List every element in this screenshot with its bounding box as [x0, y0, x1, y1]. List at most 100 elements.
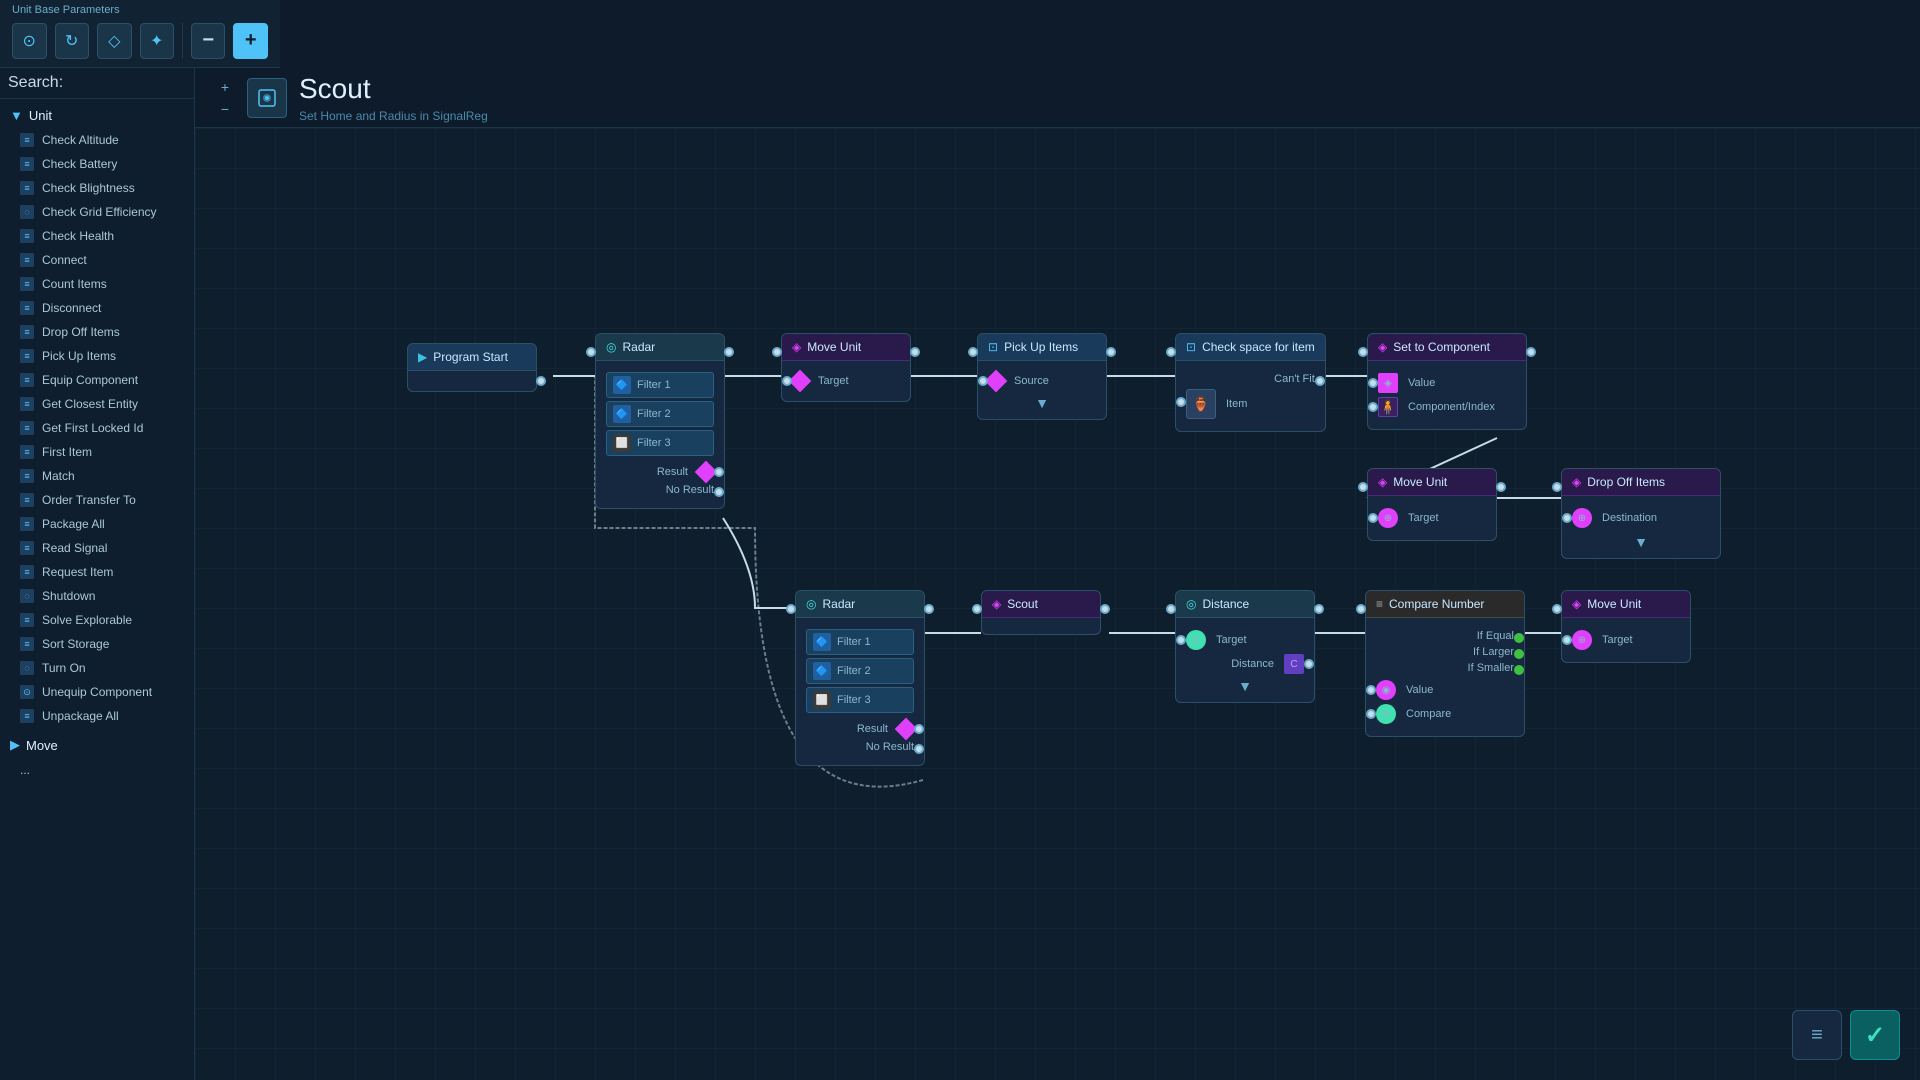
radar1-filter3[interactable]: ⬜ Filter 3 — [606, 430, 714, 456]
sidebar-item-solve-explorable[interactable]: ≡ Solve Explorable — [0, 608, 194, 632]
node-set-to-component[interactable]: ◈ Set to Component ◈ Value 🧍 Component/I… — [1367, 333, 1527, 430]
sidebar-item-check-health[interactable]: ≡ Check Health — [0, 224, 194, 248]
minus-button[interactable]: − — [191, 23, 226, 59]
confirm-button[interactable]: ✓ — [1850, 1010, 1900, 1060]
node-drop-off-items[interactable]: ◈ Drop Off Items ⊕ Destination ▼ — [1561, 468, 1721, 559]
radar2-result-label: Result — [857, 723, 888, 735]
node-radar1[interactable]: ◎ Radar 🔷 Filter 1 🔷 Filter 2 ⬜ Filter 3… — [595, 333, 725, 509]
sidebar-item-shutdown[interactable]: ◌ Shutdown — [0, 584, 194, 608]
first-item-icon: ≡ — [20, 445, 34, 459]
sidebar-item-package-all[interactable]: ≡ Package All — [0, 512, 194, 536]
sidebar-item-check-altitude[interactable]: ≡ Check Altitude — [0, 128, 194, 152]
sidebar-item-order-transfer-to[interactable]: ≡ Order Transfer To — [0, 488, 194, 512]
sidebar-item-count-items[interactable]: ≡ Count Items — [0, 272, 194, 296]
radar1-filter1[interactable]: 🔷 Filter 1 — [606, 372, 714, 398]
radar2-filter1[interactable]: 🔷 Filter 1 — [806, 629, 914, 655]
toolbar-btn-2[interactable]: ↻ — [55, 23, 90, 59]
plus-button[interactable]: + — [233, 23, 268, 59]
node-move-unit2[interactable]: ◈ Move Unit ⊕ Target — [1367, 468, 1497, 541]
radar2-filter2[interactable]: 🔷 Filter 2 — [806, 658, 914, 684]
radar1-noresult-label: No Result — [666, 484, 714, 496]
radar1-filter2[interactable]: 🔷 Filter 2 — [606, 401, 714, 427]
if-larger-port — [1514, 649, 1524, 659]
if-equal-port — [1514, 633, 1524, 643]
dropoff-input-port — [1552, 482, 1562, 492]
sidebar-item-turn-on[interactable]: ◌ Turn On — [0, 656, 194, 680]
distance-target-icon: ⊕ — [1186, 630, 1206, 650]
radar2-noresult-row: No Result — [806, 741, 914, 753]
toolbar-btn-1[interactable]: ⊙ — [12, 23, 47, 59]
node-move-unit1[interactable]: ◈ Move Unit Target — [781, 333, 911, 402]
check-health-icon: ≡ — [20, 229, 34, 243]
radar2-output-port — [924, 604, 934, 614]
cant-fit-row: Can't Fit — [1186, 373, 1315, 385]
header-title: Scout — [299, 73, 488, 105]
compare2-row: ⊕ Compare — [1376, 704, 1514, 724]
move-unit3-header: ◈ Move Unit — [1562, 591, 1690, 618]
distance-icon: ◎ — [1186, 597, 1196, 611]
node-pick-up-items[interactable]: ⊡ Pick Up Items Source ▼ — [977, 333, 1107, 420]
move-unit1-label: Move Unit — [807, 340, 861, 354]
node-radar2[interactable]: ◎ Radar 🔷 Filter 1 🔷 Filter 2 ⬜ Filter 3… — [795, 590, 925, 766]
distance-header: ◎ Distance — [1176, 591, 1314, 618]
if-smaller-row: If Smaller — [1376, 662, 1514, 674]
node-move-unit3[interactable]: ◈ Move Unit ⊕ Target — [1561, 590, 1691, 663]
move-unit1-header: ◈ Move Unit — [782, 334, 910, 361]
toolbar-btn-3[interactable]: ◇ — [97, 23, 132, 59]
equip-icon: ≡ — [20, 373, 34, 387]
drop-off-header: ◈ Drop Off Items — [1562, 469, 1720, 496]
sidebar: Search: ▼ Unit ≡ Check Altitude ≡ Check … — [0, 68, 195, 1080]
node-check-space[interactable]: ⊡ Check space for item Can't Fit 🏺 Item — [1175, 333, 1326, 432]
sidebar-item-check-battery[interactable]: ≡ Check Battery — [0, 152, 194, 176]
node-scout[interactable]: ◈ Scout — [981, 590, 1101, 635]
zoom-in-button[interactable]: + — [215, 77, 235, 97]
pick-up-icon: ≡ — [20, 349, 34, 363]
sidebar-item-check-grid-efficiency[interactable]: ◌ Check Grid Efficiency — [0, 200, 194, 224]
move-unit3-body: ⊕ Target — [1562, 618, 1690, 662]
sidebar-item-read-signal[interactable]: ≡ Read Signal — [0, 536, 194, 560]
radar2-filter3[interactable]: ⬜ Filter 3 — [806, 687, 914, 713]
sidebar-item-connect[interactable]: ≡ Connect — [0, 248, 194, 272]
sidebar-item-disconnect[interactable]: ≡ Disconnect — [0, 296, 194, 320]
zoom-out-button[interactable]: − — [215, 99, 235, 119]
sidebar-item-unequip-component[interactable]: ⊙ Unequip Component — [0, 680, 194, 704]
sidebar-group-move[interactable]: ▶ Move — [0, 732, 194, 758]
canvas[interactable]: ▶ Program Start ◎ Radar 🔷 Filter 1 🔷 Fil… — [195, 128, 1920, 1080]
item-row: 🏺 Item — [1186, 389, 1315, 419]
destination-row: ⊕ Destination — [1572, 508, 1710, 528]
node-distance[interactable]: ◎ Distance ⊕ Target Distance C ▼ — [1175, 590, 1315, 703]
search-input[interactable] — [69, 76, 195, 90]
sidebar-item-equip-component[interactable]: ≡ Equip Component — [0, 368, 194, 392]
sidebar-item-unpackage-all[interactable]: ≡ Unpackage All — [0, 704, 194, 728]
sidebar-item-match[interactable]: ≡ Match — [0, 464, 194, 488]
pickup-input-port — [968, 347, 978, 357]
list-button[interactable]: ≡ — [1792, 1010, 1842, 1060]
node-compare-number[interactable]: ≡ Compare Number If Equal If Larger If S… — [1365, 590, 1525, 737]
item-icon-box: 🏺 — [1186, 389, 1216, 419]
value2-row: ◉ Value — [1376, 680, 1514, 700]
value-row: ◈ Value — [1378, 373, 1516, 393]
scout-header: ◈ Scout — [982, 591, 1100, 618]
node-program-start[interactable]: ▶ Program Start — [407, 343, 537, 392]
value-icon: ◈ — [1378, 373, 1398, 393]
toolbar-btn-4[interactable]: ✦ — [140, 23, 175, 59]
check-space-header: ⊡ Check space for item — [1176, 334, 1325, 361]
move-unit3-label: Move Unit — [1587, 597, 1641, 611]
sidebar-item-get-closest-entity[interactable]: ≡ Get Closest Entity — [0, 392, 194, 416]
sidebar-item-pick-up-items[interactable]: ≡ Pick Up Items — [0, 344, 194, 368]
sidebar-item-drop-off-items[interactable]: ≡ Drop Off Items — [0, 320, 194, 344]
sidebar-item-check-blightness[interactable]: ≡ Check Blightness — [0, 176, 194, 200]
output-port — [536, 376, 546, 386]
sidebar-group-unit[interactable]: ▼ Unit — [0, 103, 194, 128]
radar2-noresult-port — [914, 744, 924, 754]
pick-up-header: ⊡ Pick Up Items — [978, 334, 1106, 361]
sidebar-item-sort-storage[interactable]: ≡ Sort Storage — [0, 632, 194, 656]
play-icon: ▶ — [418, 350, 427, 364]
compare2-label: Compare — [1406, 708, 1451, 720]
distance-body: ⊕ Target Distance C ▼ — [1176, 618, 1314, 702]
sidebar-item-bottom[interactable]: ... — [0, 758, 194, 782]
sidebar-item-get-first-locked-id[interactable]: ≡ Get First Locked Id — [0, 416, 194, 440]
sidebar-item-request-item[interactable]: ≡ Request Item — [0, 560, 194, 584]
header-subtitle: Set Home and Radius in SignalReg — [299, 109, 488, 123]
sidebar-item-first-item[interactable]: ≡ First Item — [0, 440, 194, 464]
